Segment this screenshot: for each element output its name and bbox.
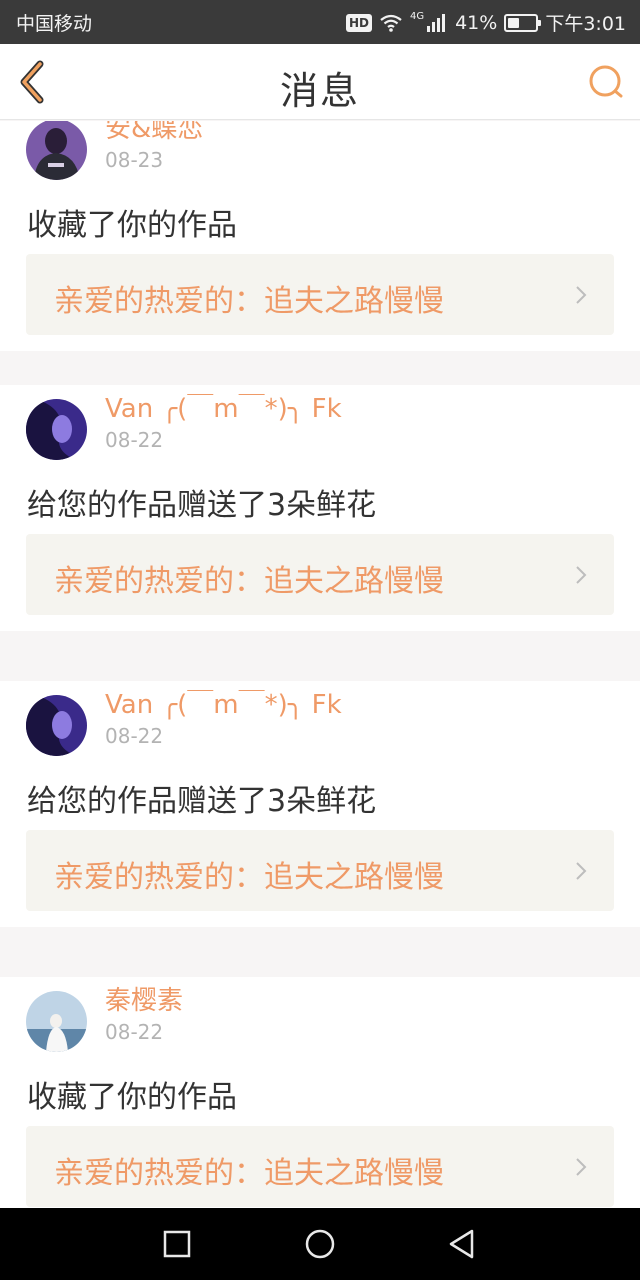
network-type: 4G bbox=[409, 11, 425, 22]
square-recent-icon[interactable] bbox=[161, 1228, 193, 1260]
avatar[interactable] bbox=[26, 399, 87, 460]
hd-icon: HD bbox=[345, 13, 372, 32]
work-link[interactable]: 亲爱的热爱的：追夫之路慢慢 bbox=[26, 534, 614, 615]
message-card: Van ╭(￣m￣*)╮ Fk 08-22 给您的作品赠送了3朵鲜花 亲爱的热爱… bbox=[0, 385, 640, 631]
battery-icon bbox=[504, 13, 542, 32]
work-title: 亲爱的热爱的：追夫之路慢慢 bbox=[54, 284, 444, 319]
circle-home-icon[interactable] bbox=[304, 1228, 336, 1260]
battery-percent: 41% bbox=[455, 11, 498, 34]
status-icons: HD 4G 41% 下午3:01 bbox=[345, 9, 626, 36]
status-bar: 中国移动 HD 4G 41% 下午3:01 bbox=[0, 0, 640, 44]
chevron-right-icon bbox=[576, 1158, 587, 1176]
message-text: 给您的作品赠送了3朵鲜花 bbox=[27, 784, 377, 819]
message-date: 08-22 bbox=[105, 1020, 164, 1044]
message-list[interactable]: 安&蝶恋 08-23 收藏了你的作品 亲爱的热爱的：追夫之路慢慢 Van ╭(￣… bbox=[0, 121, 640, 1208]
work-link[interactable]: 亲爱的热爱的：追夫之路慢慢 bbox=[26, 1126, 614, 1207]
signal-icon bbox=[427, 13, 446, 32]
message-date: 08-22 bbox=[105, 724, 164, 748]
carrier-name: 中国移动 bbox=[16, 13, 93, 35]
search-icon bbox=[589, 65, 623, 98]
search-button[interactable] bbox=[586, 62, 626, 102]
user-name[interactable]: 秦樱素 bbox=[105, 980, 183, 1017]
avatar[interactable] bbox=[26, 695, 87, 756]
header-bar: 消息 bbox=[0, 44, 640, 120]
chevron-right-icon bbox=[576, 286, 587, 304]
work-title: 亲爱的热爱的：追夫之路慢慢 bbox=[54, 564, 444, 599]
user-name[interactable]: 安&蝶恋 bbox=[105, 121, 203, 145]
user-name[interactable]: Van ╭(￣m￣*)╮ Fk bbox=[105, 684, 342, 721]
chevron-right-icon bbox=[576, 862, 587, 880]
message-card: Van ╭(￣m￣*)╮ Fk 08-22 给您的作品赠送了3朵鲜花 亲爱的热爱… bbox=[0, 681, 640, 927]
message-card: 安&蝶恋 08-23 收藏了你的作品 亲爱的热爱的：追夫之路慢慢 bbox=[0, 121, 640, 351]
triangle-back-icon[interactable] bbox=[446, 1228, 478, 1260]
work-link[interactable]: 亲爱的热爱的：追夫之路慢慢 bbox=[26, 254, 614, 335]
system-nav-bar bbox=[0, 1208, 640, 1280]
message-date: 08-23 bbox=[105, 148, 164, 172]
chevron-right-icon bbox=[576, 566, 587, 584]
message-text: 收藏了你的作品 bbox=[27, 208, 237, 243]
message-card: 秦樱素 08-22 收藏了你的作品 亲爱的热爱的：追夫之路慢慢 bbox=[0, 977, 640, 1208]
work-title: 亲爱的热爱的：追夫之路慢慢 bbox=[54, 1156, 444, 1191]
work-link[interactable]: 亲爱的热爱的：追夫之路慢慢 bbox=[26, 830, 614, 911]
page-title: 消息 bbox=[279, 69, 360, 113]
work-title: 亲爱的热爱的：追夫之路慢慢 bbox=[54, 860, 444, 895]
avatar[interactable] bbox=[26, 991, 87, 1052]
battery-level bbox=[508, 17, 519, 28]
message-text: 收藏了你的作品 bbox=[27, 1080, 237, 1115]
user-name[interactable]: Van ╭(￣m￣*)╮ Fk bbox=[105, 388, 342, 425]
message-text: 给您的作品赠送了3朵鲜花 bbox=[27, 488, 377, 523]
clock: 下午3:01 bbox=[545, 13, 626, 35]
message-date: 08-22 bbox=[105, 428, 164, 452]
wifi-icon bbox=[380, 14, 402, 32]
avatar[interactable] bbox=[26, 121, 87, 180]
